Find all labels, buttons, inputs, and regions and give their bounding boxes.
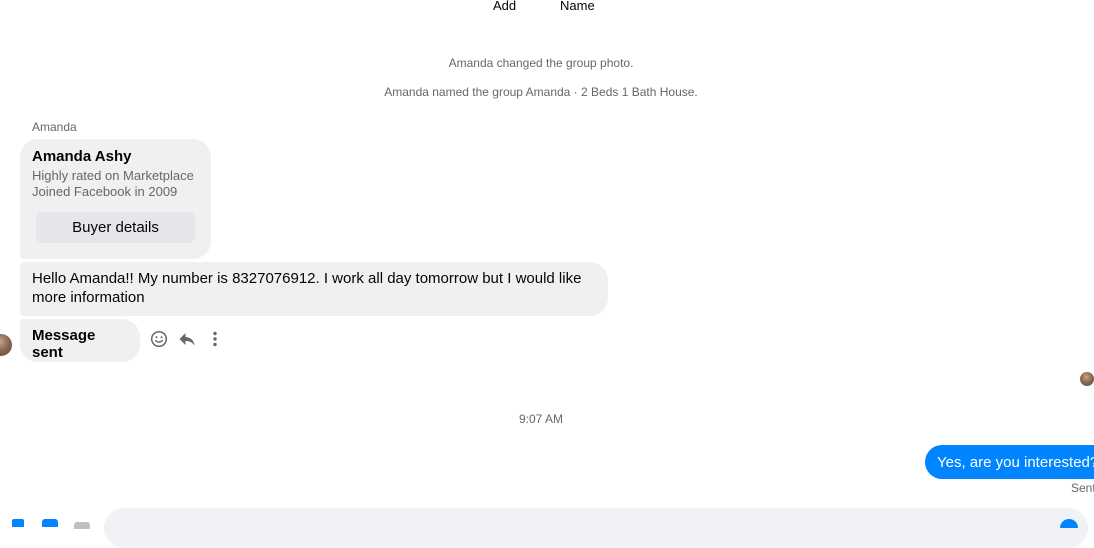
buyer-details-button[interactable]: Buyer details (36, 212, 195, 243)
sender-avatar[interactable] (0, 334, 12, 356)
buyer-joined-text: Joined Facebook in 2009 (32, 184, 178, 199)
reply-icon[interactable] (176, 328, 198, 350)
system-message-name: Amanda named the group Amanda · 2 Beds 1… (384, 85, 698, 99)
add-people-label[interactable]: Add (493, 0, 516, 13)
emoji-icon[interactable] (1059, 515, 1079, 537)
read-receipt-avatar (1080, 372, 1094, 386)
name-group-label[interactable]: Name (560, 0, 595, 13)
photo-icon[interactable] (40, 514, 62, 529)
buyer-rating-text: Highly rated on Marketplace (32, 168, 194, 183)
message-bubble[interactable]: Hello Amanda!! My number is 8327076912. … (20, 262, 608, 316)
sent-status: Sent (1071, 481, 1094, 495)
system-message-photo: Amanda changed the group photo. (448, 56, 634, 70)
sender-name: Amanda (32, 120, 77, 134)
sticker-icon[interactable] (72, 516, 94, 532)
buyer-name: Amanda Ashy (32, 148, 132, 165)
message-input[interactable] (104, 508, 1088, 548)
more-vertical-icon[interactable] (204, 328, 226, 350)
message-bubble-sent-notice[interactable]: Message sent (20, 319, 140, 362)
plus-icon[interactable] (8, 514, 30, 529)
message-timestamp: 9:07 AM (518, 412, 564, 426)
outgoing-message-bubble[interactable]: Yes, are you interested? (925, 445, 1094, 479)
smiley-icon[interactable] (148, 328, 170, 350)
buyer-profile-card: Amanda Ashy Highly rated on Marketplace … (20, 139, 211, 259)
